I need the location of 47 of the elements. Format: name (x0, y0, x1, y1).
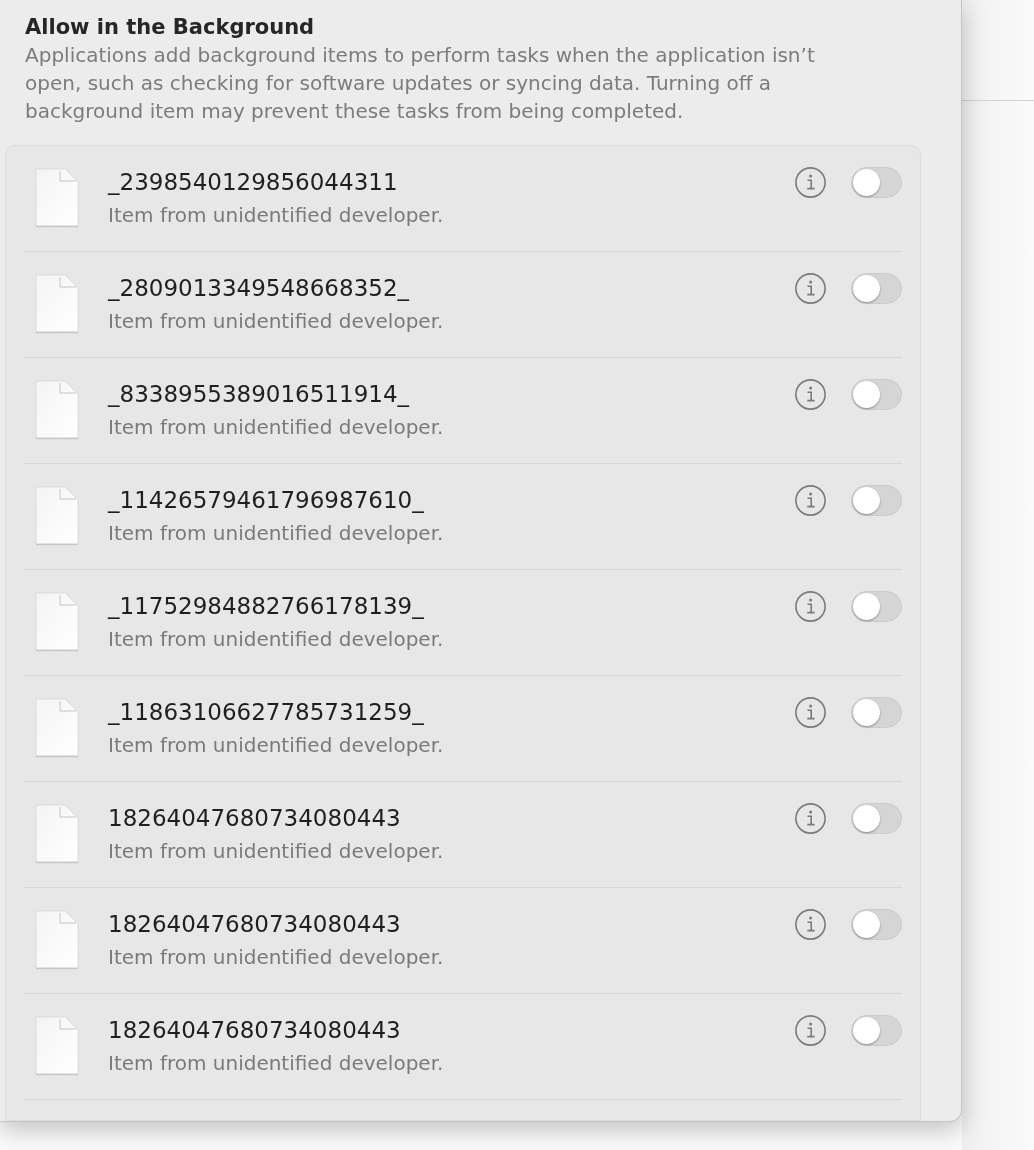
toggle-switch[interactable] (851, 909, 902, 940)
item-subtitle: Item from unidentified developer. (108, 944, 444, 971)
info-icon[interactable] (795, 485, 826, 516)
item-name: _8338955389016511914_ (108, 380, 410, 408)
item-name: _11863106627785731259_ (108, 698, 424, 726)
info-icon[interactable] (795, 1015, 826, 1046)
item-subtitle: Item from unidentified developer. (108, 202, 444, 229)
document-icon (35, 804, 79, 864)
document-icon (35, 1016, 79, 1076)
toggle-switch[interactable] (851, 273, 902, 304)
section-title: Allow in the Background (25, 14, 315, 41)
toggle-switch[interactable] (851, 379, 902, 410)
item-name: _11752984882766178139_ (108, 592, 424, 620)
item-name: 18264047680734080443 (108, 1016, 401, 1044)
item-name: _2398540129856044311 (108, 168, 398, 196)
item-name: 18264047680734080443 (108, 910, 401, 938)
info-icon[interactable] (795, 379, 826, 410)
item-name: _2809013349548668352_ (108, 274, 410, 302)
toggle-switch[interactable] (851, 697, 902, 728)
document-icon (35, 698, 79, 758)
document-icon (35, 168, 79, 228)
toggle-switch[interactable] (851, 167, 902, 198)
toggle-switch[interactable] (851, 1015, 902, 1046)
info-icon[interactable] (795, 167, 826, 198)
toggle-switch[interactable] (851, 591, 902, 622)
item-subtitle: Item from unidentified developer. (108, 1050, 444, 1077)
item-subtitle: Item from unidentified developer. (108, 520, 444, 547)
section-description: Applications add background items to perform tasks when the application isn’t open, such as checking for software updates or syncing data. Turning off a background item may prevent these tasks from being completed. (25, 42, 816, 125)
item-subtitle: Item from unidentified developer. (108, 732, 444, 759)
item-name: _11426579461796987610_ (108, 486, 424, 514)
item-subtitle: Item from unidentified developer. (108, 308, 444, 335)
item-subtitle: Item from unidentified developer. (108, 626, 444, 653)
item-subtitle: Item from unidentified developer. (108, 838, 444, 865)
toggle-switch[interactable] (851, 485, 902, 516)
item-name: 18264047680734080443 (108, 804, 401, 832)
document-icon (35, 380, 79, 440)
info-icon[interactable] (795, 697, 826, 728)
document-icon (35, 486, 79, 546)
document-icon (35, 910, 79, 970)
info-icon[interactable] (795, 909, 826, 940)
item-subtitle: Item from unidentified developer. (108, 414, 444, 441)
info-icon[interactable] (795, 591, 826, 622)
document-icon (35, 274, 79, 334)
document-icon (35, 592, 79, 652)
info-icon[interactable] (795, 273, 826, 304)
toggle-switch[interactable] (851, 803, 902, 834)
info-icon[interactable] (795, 803, 826, 834)
